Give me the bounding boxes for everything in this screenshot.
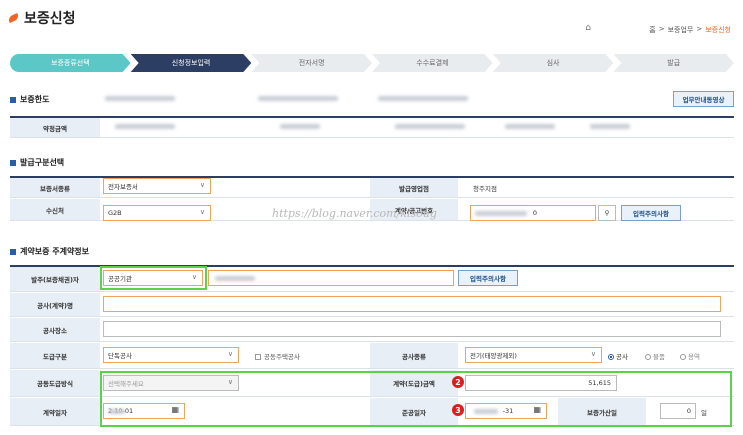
radio-construction[interactable]: 공사 (608, 351, 628, 361)
redacted-text (475, 211, 527, 216)
redacted-text (378, 96, 468, 101)
highlight-amount-dates (100, 371, 732, 427)
notice-button[interactable]: 입력주의사항 (621, 205, 681, 221)
joint-housing-checkbox[interactable]: 공동주택공사 (255, 351, 300, 361)
breadcrumb: 홈 > 보증업무 > 보증신청 (649, 25, 731, 35)
checkbox-icon (255, 354, 261, 360)
redacted-text (505, 124, 555, 129)
progress-steps: 보증종류선택 신청정보입력 전자서명 수수료결제 심사 발급 (10, 54, 734, 72)
recipient-value: G2B (108, 209, 122, 217)
contract-name-input[interactable] (103, 296, 721, 312)
section-issue-text: 발급구분선택 (20, 158, 65, 167)
chevron-down-icon: ∨ (590, 350, 596, 358)
contract-date-label: 계약일자 (10, 398, 100, 425)
redacted-text (105, 96, 175, 101)
client-notice-button[interactable]: 입력주의사항 (458, 270, 518, 286)
section-contract-title: 계약보증 주계약정보 (10, 246, 89, 257)
step-e-sign: 전자서명 (251, 54, 372, 72)
redacted-text (280, 124, 320, 129)
branch-label: 발급영업점 (370, 178, 458, 197)
radio-icon (680, 354, 686, 360)
recipient-label: 수신처 (10, 199, 100, 220)
step-review: 심사 (493, 54, 614, 72)
section-contract-text: 계약보증 주계약정보 (20, 247, 90, 256)
div-select[interactable]: 단독공사 ∨ (103, 347, 239, 363)
kind-select[interactable]: 전기(태양광제외) ∨ (465, 347, 602, 363)
radio-icon (645, 354, 651, 360)
blog-watermark: https://blog.naver.com/klsoug (272, 207, 437, 220)
chevron-down-icon: ∨ (227, 350, 233, 358)
breadcrumb-home[interactable]: 홈 (649, 25, 655, 35)
section-bullet-icon (10, 248, 16, 255)
leaf-logo-icon (7, 12, 20, 24)
radio-service[interactable]: 용역 (680, 351, 700, 361)
breadcrumb-current: 보증신청 (705, 26, 731, 34)
radio-goods[interactable]: 물품 (645, 351, 665, 361)
step-select-type[interactable]: 보증종류선택 (10, 54, 131, 72)
bond-type-value: 전자보증서 (108, 183, 138, 191)
step-input-info[interactable]: 신청정보입력 (131, 54, 252, 72)
breadcrumb-sep: > (658, 25, 665, 33)
breadcrumb-sep: > (696, 25, 703, 33)
chevron-down-icon: ∨ (199, 181, 205, 189)
highlight-client (100, 266, 207, 290)
place-input[interactable] (103, 321, 721, 337)
kind-label: 공사종류 (370, 343, 458, 368)
branch-value: 청주지점 (473, 185, 497, 193)
bond-type-label: 보증서종류 (10, 178, 100, 197)
recipient-select[interactable]: G2B ∨ (103, 205, 211, 221)
section-bullet-icon (10, 96, 16, 103)
step-fee-payment: 수수료결제 (372, 54, 493, 72)
section-issue-title: 발급구분선택 (10, 157, 64, 168)
redacted-text (258, 96, 338, 101)
bond-type-select[interactable]: 전자보증서 ∨ (103, 178, 211, 194)
chevron-down-icon: ∨ (199, 208, 205, 216)
place-label: 공사장소 (10, 318, 100, 341)
kind-value: 전기(태양광제외) (470, 352, 517, 360)
section-limit-text: 보증한도 (20, 95, 50, 104)
radio-label: 공사 (616, 353, 628, 361)
contract-no-value: 0 (532, 209, 537, 217)
guide-video-button[interactable]: 업무안내동영상 (673, 91, 734, 107)
section-bullet-icon (10, 159, 16, 166)
div-label: 도급구분 (10, 343, 100, 368)
limit-amount-label: 약정금액 (10, 118, 100, 137)
redacted-text (215, 276, 255, 281)
div-value: 단독공사 (108, 352, 132, 360)
search-icon[interactable]: ⚲ (598, 205, 616, 221)
radio-label: 물품 (653, 353, 665, 361)
client-label: 발주(보증채권)자 (10, 267, 100, 291)
section-limit-title: 보증한도 (10, 94, 49, 105)
page-title-text: 보증신청 (24, 11, 76, 27)
home-icon[interactable]: ⌂ (585, 23, 591, 33)
contract-name-label: 공사(계약)명 (10, 293, 100, 316)
joint-housing-text: 공동주택공사 (264, 353, 300, 361)
step-issue: 발급 (613, 54, 734, 72)
radio-checked-icon (608, 354, 614, 360)
joint-method-label: 공동도급방식 (10, 370, 100, 396)
radio-label: 용역 (688, 353, 700, 361)
breadcrumb-mid[interactable]: 보증업무 (668, 25, 694, 35)
redacted-text (590, 124, 630, 129)
redacted-text (115, 124, 175, 129)
page-title: 보증신청 (7, 8, 76, 28)
redacted-text (395, 124, 465, 129)
